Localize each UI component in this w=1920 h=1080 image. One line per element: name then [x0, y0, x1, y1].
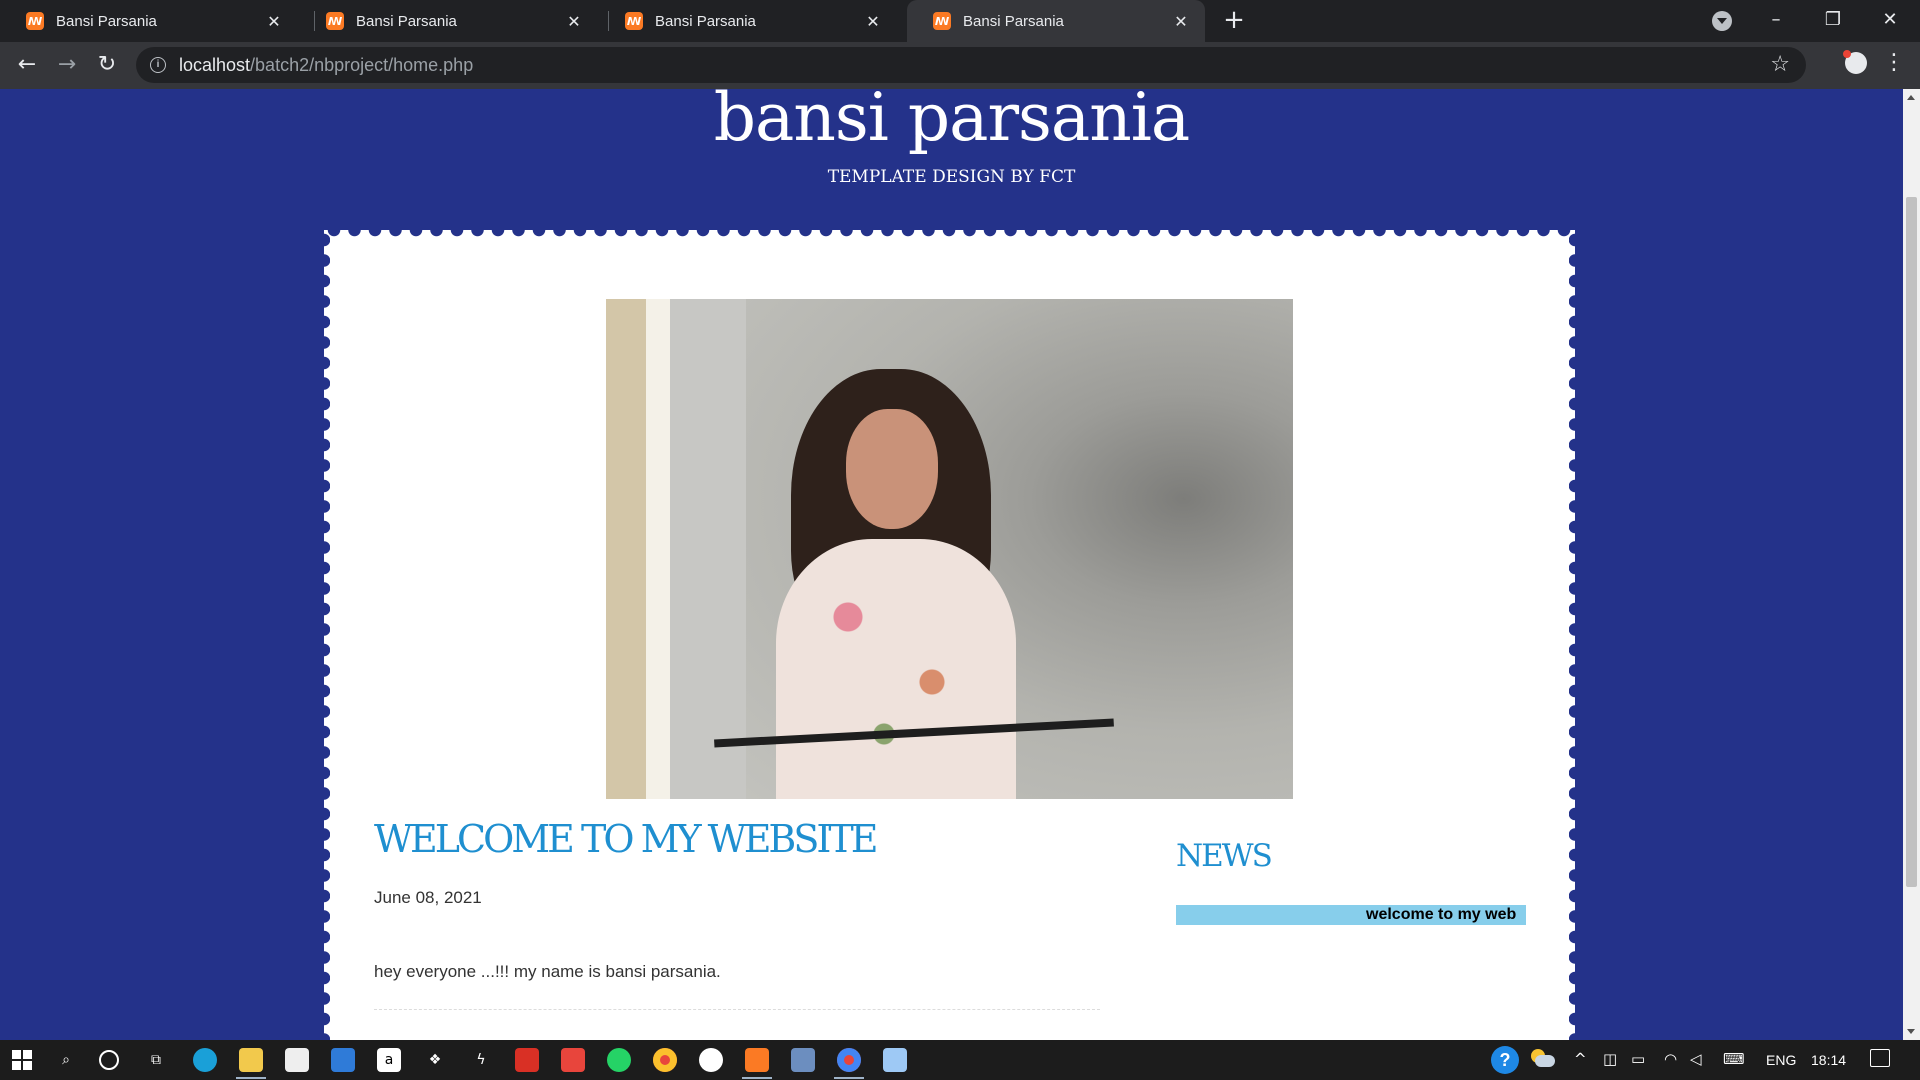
photo-face: [846, 409, 938, 529]
mail-icon[interactable]: [331, 1048, 355, 1072]
clock[interactable]: 18:14: [1811, 1052, 1846, 1068]
xampp-favicon-icon: ꟿ: [625, 12, 643, 30]
extension-icon[interactable]: [1843, 50, 1867, 74]
close-tab-icon[interactable]: ✕: [264, 11, 284, 31]
keyboard-icon[interactable]: ⌨: [1723, 1050, 1745, 1068]
amazon-icon[interactable]: a: [377, 1048, 401, 1072]
whatsapp-icon[interactable]: [607, 1048, 631, 1072]
weather-icon[interactable]: [1531, 1049, 1555, 1069]
news-ticker-text: welcome to my web: [1366, 906, 1517, 923]
stamp-border-top: [324, 223, 1575, 237]
chrome-icon[interactable]: [653, 1048, 677, 1072]
chevron-up-icon[interactable]: ^: [1574, 1050, 1587, 1068]
close-window-button[interactable]: ✕: [1867, 4, 1913, 36]
site-tagline: TEMPLATE DESIGN BY FCT: [827, 167, 1076, 187]
profile-photo: [606, 299, 1293, 799]
address-bar[interactable]: i localhost /batch2/nbproject/home.php ☆: [136, 47, 1806, 83]
search-icon[interactable]: ⌕: [54, 1048, 78, 1072]
star-icon[interactable]: ☆: [1770, 52, 1790, 77]
xampp-icon[interactable]: [745, 1048, 769, 1072]
minimize-button[interactable]: –: [1753, 4, 1799, 36]
xampp-favicon-icon: ꟿ: [26, 12, 44, 30]
close-tab-icon[interactable]: ✕: [564, 11, 584, 31]
chrome-active-icon[interactable]: [837, 1048, 861, 1072]
tab-title: Bansi Parsania: [963, 12, 1064, 30]
xampp-favicon-icon: ꟿ: [933, 12, 951, 30]
tab-title: Bansi Parsania: [56, 12, 157, 30]
running-indicator: [236, 1077, 266, 1079]
wifi-icon[interactable]: ◠: [1664, 1050, 1677, 1068]
photo-blouse: [776, 539, 1016, 799]
restore-button[interactable]: ❐: [1810, 4, 1856, 36]
file-explorer-icon[interactable]: [239, 1048, 263, 1072]
page-scrollbar[interactable]: [1903, 89, 1920, 1040]
camera-icon[interactable]: ◫: [1603, 1050, 1617, 1068]
post-date: June 08, 2021: [374, 888, 482, 907]
edge-icon[interactable]: [193, 1048, 217, 1072]
post-divider: [374, 1009, 1100, 1010]
stamp-border-left: [318, 230, 330, 1040]
post-heading: WELCOME TO MY WEBSITE: [374, 817, 878, 861]
scrollbar-thumb[interactable]: [1906, 197, 1917, 887]
dropbox-icon[interactable]: ❖: [423, 1048, 447, 1072]
url-host: localhost: [179, 54, 251, 75]
store-icon[interactable]: [285, 1048, 309, 1072]
scroll-down-arrow-icon[interactable]: [1907, 1029, 1915, 1034]
browser-tab[interactable]: ꟿ Bansi Parsania ✕: [300, 0, 598, 42]
close-tab-icon[interactable]: ✕: [1171, 11, 1191, 31]
browser-tab-active[interactable]: ꟿ Bansi Parsania ✕: [907, 0, 1205, 42]
tab-title: Bansi Parsania: [356, 12, 457, 30]
task-view-icon[interactable]: ⧉: [144, 1048, 168, 1072]
back-arrow-icon[interactable]: ←: [11, 50, 43, 82]
cortana-icon[interactable]: [99, 1050, 119, 1070]
tab-title: Bansi Parsania: [655, 12, 756, 30]
windows-start-icon[interactable]: [12, 1050, 32, 1070]
close-tab-icon[interactable]: ✕: [863, 11, 883, 31]
notepad-icon[interactable]: [883, 1048, 907, 1072]
language-indicator[interactable]: ENG: [1766, 1052, 1796, 1068]
anydesk-icon[interactable]: [561, 1048, 585, 1072]
battery-icon[interactable]: ▭: [1631, 1050, 1645, 1068]
new-tab-button[interactable]: +: [1221, 7, 1247, 34]
running-indicator: [742, 1077, 772, 1079]
forward-arrow-icon[interactable]: →: [51, 50, 83, 82]
browser-toolbar: ← → ↻ i localhost /batch2/nbproject/home…: [0, 42, 1920, 89]
browser-tab[interactable]: ꟿ Bansi Parsania ✕: [599, 0, 897, 42]
post-body: hey everyone ...!!! my name is bansi par…: [374, 962, 721, 981]
gmail-icon[interactable]: [515, 1048, 539, 1072]
windows-taskbar: ⌕ ⧉ a ❖ ϟ ? ^ ◫ ▭ ◠ ◁ ⌨ ENG 18:14: [0, 1040, 1920, 1080]
xampp-favicon-icon: ꟿ: [326, 12, 344, 30]
winamp-icon[interactable]: ϟ: [469, 1048, 493, 1072]
tab-strip: ꟿ Bansi Parsania ✕ ꟿ Bansi Parsania ✕ ꟿ …: [0, 0, 1920, 42]
browser-tab[interactable]: ꟿ Bansi Parsania ✕: [0, 0, 298, 42]
volume-icon[interactable]: ◁: [1690, 1050, 1702, 1068]
scroll-up-arrow-icon[interactable]: [1907, 95, 1915, 100]
notification-icon[interactable]: [1870, 1049, 1890, 1067]
tab-search-icon[interactable]: [1712, 11, 1732, 31]
kebab-menu-icon[interactable]: ⋮: [1883, 50, 1905, 75]
virtualbox-icon[interactable]: [791, 1048, 815, 1072]
page-viewport: bansi parsania TEMPLATE DESIGN BY FCT WE…: [0, 89, 1903, 1040]
reload-icon[interactable]: ↻: [91, 50, 123, 82]
running-indicator: [834, 1077, 864, 1079]
stamp-border-right: [1569, 230, 1581, 1040]
site-title: bansi parsania: [713, 89, 1190, 156]
help-icon[interactable]: ?: [1491, 1046, 1519, 1074]
news-ticker: welcome to my web: [1176, 905, 1526, 925]
news-heading: NEWS: [1176, 838, 1273, 874]
github-icon[interactable]: [699, 1048, 723, 1072]
url-path: /batch2/nbproject/home.php: [250, 54, 474, 75]
info-icon[interactable]: i: [150, 57, 166, 73]
